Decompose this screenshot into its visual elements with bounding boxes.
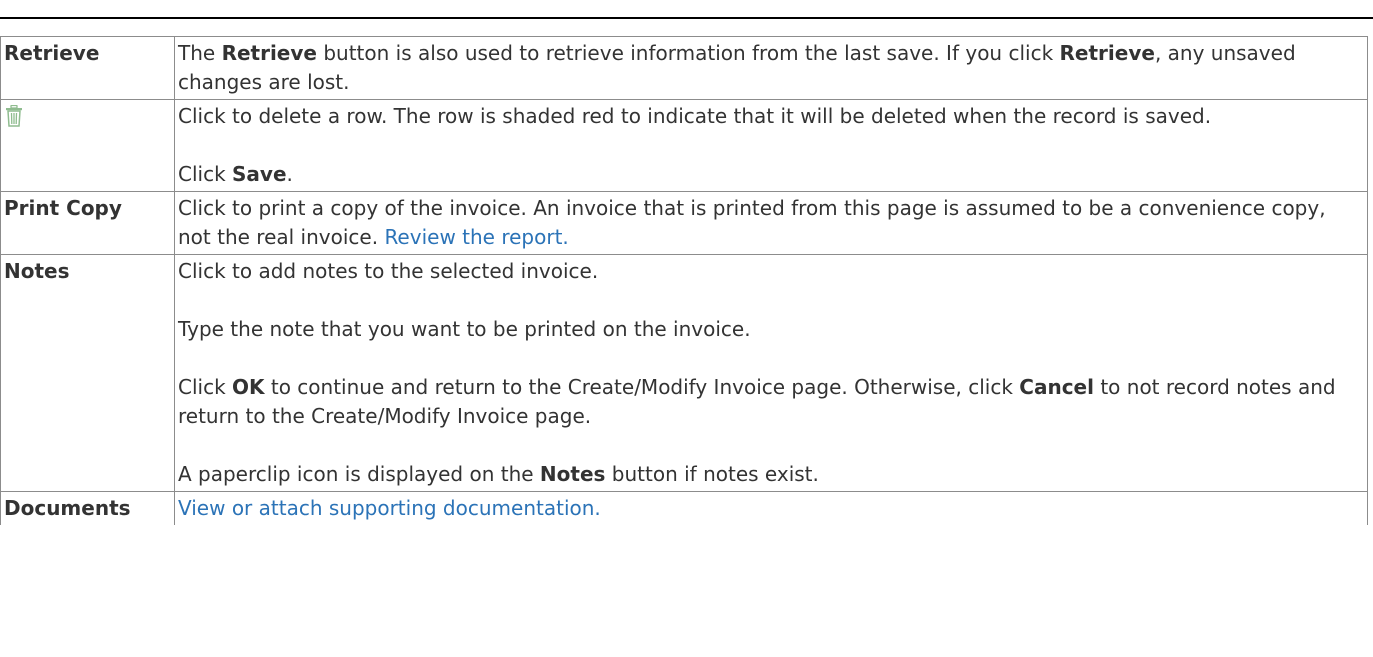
notes-desc-para-4: A paperclip icon is displayed on the Not… (178, 460, 1364, 489)
retrieve-desc-bold-2: Retrieve (1059, 41, 1155, 65)
delete-desc-para-1: Click to delete a row. The row is shaded… (178, 104, 1212, 128)
delete-desc-para-2: Click Save. (178, 160, 1364, 189)
print-copy-description: Click to print a copy of the invoice. An… (174, 191, 1368, 255)
table-row-print-copy: Print Copy Click to print a copy of the … (0, 191, 1368, 255)
delete-desc-para-2-pre: Click (178, 162, 233, 186)
delete-desc-save-bold: Save (232, 162, 287, 186)
retrieve-desc-text-2: button is also used to retrieve informat… (316, 41, 1060, 65)
notes-p3-pre: Click (178, 375, 233, 399)
print-copy-label: Print Copy (0, 191, 175, 255)
table-row-documents: Documents View or attach supporting docu… (0, 491, 1368, 525)
table-row-notes: Notes Click to add notes to the selected… (0, 254, 1368, 492)
notes-p4-notes-bold: Notes (539, 462, 606, 486)
notes-p4-post: button if notes exist. (605, 462, 819, 486)
notes-desc-para-2: Type the note that you want to be printe… (178, 317, 751, 341)
documents-label: Documents (0, 491, 175, 525)
notes-p4-pre: A paperclip icon is displayed on the (178, 462, 540, 486)
delete-description: Click to delete a row. The row is shaded… (174, 99, 1368, 192)
delete-desc-para-2-post: . (286, 162, 293, 186)
notes-p3-ok-bold: OK (232, 375, 265, 399)
notes-label: Notes (0, 254, 175, 492)
retrieve-label: Retrieve (0, 36, 175, 100)
notes-description: Click to add notes to the selected invoi… (174, 254, 1368, 492)
top-rule (0, 17, 1373, 19)
table-row-delete: Click to delete a row. The row is shaded… (0, 99, 1368, 192)
button-reference-table: Retrieve The Retrieve button is also use… (0, 36, 1368, 525)
notes-p3-mid: to continue and return to the Create/Mod… (264, 375, 1020, 399)
table-row-retrieve: Retrieve The Retrieve button is also use… (0, 36, 1368, 100)
print-copy-desc-text: Click to print a copy of the invoice. An… (178, 196, 1326, 249)
retrieve-desc-bold-1: Retrieve (221, 41, 317, 65)
documents-description: View or attach supporting documentation. (174, 491, 1368, 525)
notes-desc-para-3: Click OK to continue and return to the C… (178, 373, 1364, 431)
retrieve-description: The Retrieve button is also used to retr… (174, 36, 1368, 100)
notes-p3-cancel-bold: Cancel (1019, 375, 1094, 399)
supporting-docs-link[interactable]: View or attach supporting documentation. (178, 496, 601, 520)
retrieve-desc-text-1: The (178, 41, 222, 65)
trash-icon[interactable] (5, 104, 23, 127)
review-report-link[interactable]: Review the report. (384, 225, 568, 249)
notes-desc-para-1: Click to add notes to the selected invoi… (178, 259, 599, 283)
delete-label-cell (0, 99, 175, 192)
